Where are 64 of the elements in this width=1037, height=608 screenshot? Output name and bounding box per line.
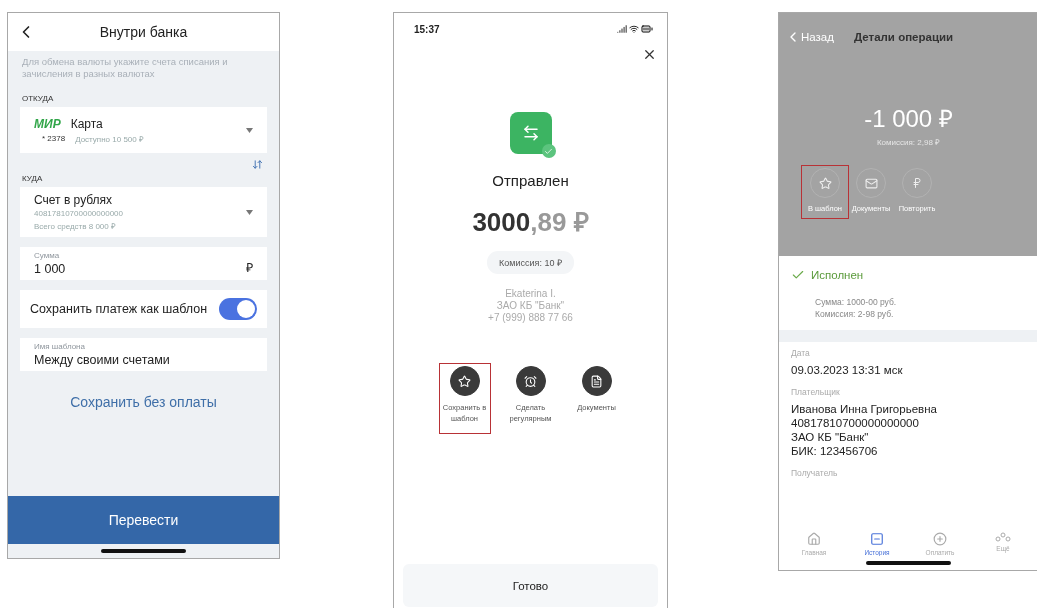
recipient-line: +7 (999) 888 77 66 — [488, 312, 573, 323]
amount-value: 1 000 — [34, 262, 67, 276]
home-icon — [807, 532, 821, 546]
source-card[interactable]: МИР Карта * 2378 Доступно 10 500 ₽ — [20, 107, 267, 153]
field-label: Дата — [791, 348, 811, 358]
close-icon[interactable] — [642, 47, 657, 62]
ruble-icon — [911, 177, 923, 189]
field-label: Плательщик — [791, 387, 841, 397]
available-balance: Доступно 10 500 ₽ — [75, 133, 144, 144]
signal-icon — [617, 24, 627, 34]
recipient-line: Ekaterina I. — [505, 288, 556, 299]
destination-card[interactable]: Счет в рублях 40817810700000000000 Всего средств 8 000 ₽ — [20, 187, 267, 237]
field-value: ЗАО КБ "Банк" — [791, 430, 870, 444]
status-text: Исполнен — [811, 269, 864, 281]
star-icon — [818, 176, 832, 190]
template-name-field[interactable]: Имя шаблона Между своими счетами — [20, 338, 267, 371]
done-button[interactable]: Готово — [403, 564, 658, 607]
card-number: * 2378 — [42, 133, 66, 143]
document-icon — [590, 374, 603, 388]
wifi-icon — [629, 24, 639, 34]
envelope-icon — [864, 176, 878, 190]
field-placeholder: Сумма — [34, 251, 61, 260]
amount-field[interactable]: Сумма 1 000 ₽ — [20, 247, 267, 280]
swap-icon[interactable] — [252, 159, 263, 170]
currency-sign: ₽ — [246, 260, 253, 276]
battery-icon — [641, 23, 653, 35]
transfer-button[interactable]: Перевести — [8, 496, 279, 544]
account-number: 40817810700000000000 — [34, 209, 124, 218]
field-label: ОТКУДА — [21, 93, 55, 105]
screen-title: Внутри банка — [98, 24, 189, 40]
amount-fraction: ,89 ₽ — [530, 206, 589, 239]
screen-title: Детали операции — [853, 31, 954, 43]
summary-line: Сумма: 1000-00 руб. — [815, 296, 898, 308]
field-value: 09.03.2023 13:31 мск — [791, 363, 904, 377]
check-icon — [791, 268, 805, 282]
operation-amount: -1 000 ₽ — [864, 104, 953, 134]
history-icon — [870, 532, 884, 546]
account-balance: Всего средств 8 000 ₽ — [34, 221, 117, 231]
template-name-value: Между своими счетами — [34, 353, 171, 367]
field-placeholder: Имя шаблона — [34, 342, 86, 351]
field-label: Получатель — [791, 468, 839, 478]
save-without-payment-link[interactable]: Сохранить без оплаты — [64, 393, 223, 411]
status-title: Отправлен — [492, 172, 569, 189]
summary-line: Комиссия: 2-98 руб. — [815, 308, 895, 320]
field-value: БИК: 123456706 — [791, 444, 879, 458]
template-toggle[interactable] — [219, 298, 257, 320]
plus-icon — [933, 532, 947, 546]
commission-chip: Комиссия: 10 ₽ — [487, 251, 574, 274]
toggle-label: Сохранить платеж как шаблон — [30, 302, 208, 316]
field-label: КУДА — [21, 173, 44, 185]
field-value: 40817810700000000000 — [791, 416, 920, 430]
account-name: Счет в рублях — [34, 193, 114, 207]
dots-icon — [995, 532, 1011, 542]
amount-whole: 3000 — [472, 207, 531, 238]
field-value: Иванова Инна Григорьевна — [791, 402, 938, 416]
star-icon — [458, 374, 471, 388]
card-name: Карта — [70, 116, 103, 131]
card-logo: МИР — [34, 116, 61, 131]
dropdown-icon[interactable] — [246, 127, 253, 133]
hint-text: Для обмена валюты укажите счета списания и зачисления в разных валютах — [21, 55, 229, 80]
recipient-line: ЗАО КБ "Банк" — [496, 300, 565, 311]
status-time: 15:37 — [414, 23, 440, 35]
alarm-clock-icon — [524, 374, 537, 388]
dropdown-icon[interactable] — [246, 209, 253, 215]
